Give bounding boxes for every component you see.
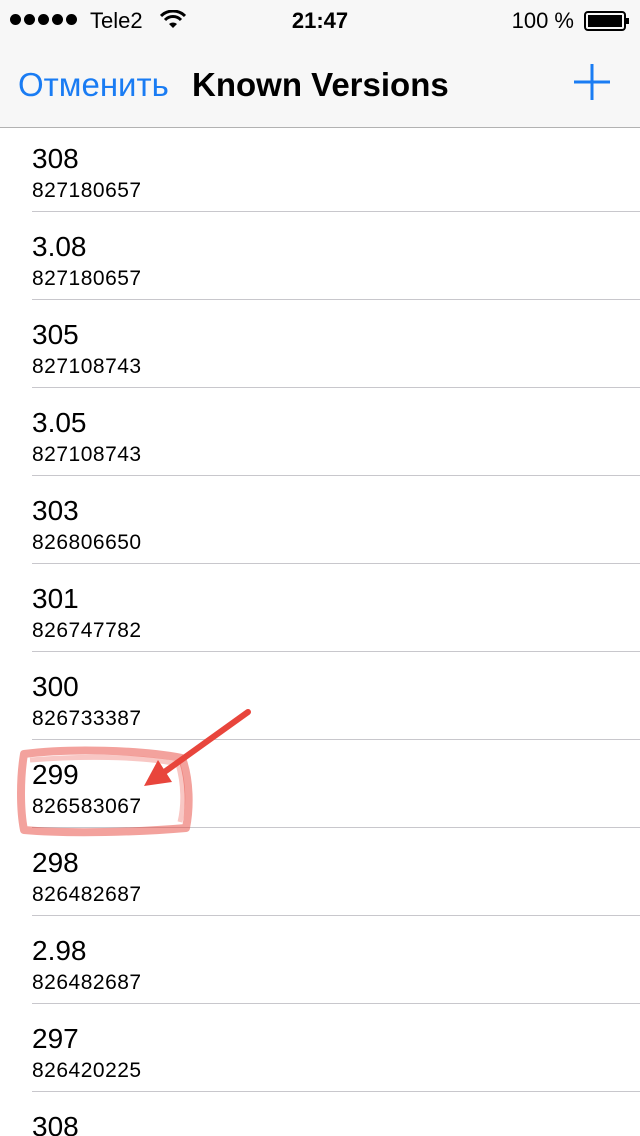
version-number: 300	[32, 671, 79, 702]
list-item[interactable]: 3.05 827108743	[0, 388, 640, 476]
version-number: 3.05	[32, 407, 87, 438]
cancel-button[interactable]: Отменить	[18, 66, 169, 104]
version-number: 2.98	[32, 935, 87, 966]
version-id: 826806650	[32, 531, 142, 554]
version-number: 3.08	[32, 231, 87, 262]
version-id: 827180657	[32, 267, 142, 290]
version-id: 827180657	[32, 179, 142, 202]
plus-icon[interactable]	[572, 62, 612, 102]
list-item[interactable]: 301 826747782	[0, 564, 640, 652]
list-item[interactable]: 298 826482687	[0, 828, 640, 916]
version-number: 303	[32, 495, 79, 526]
version-id: 826482687	[32, 971, 142, 994]
status-bar: Tele2 21:47 100 %	[0, 0, 640, 40]
version-id: 826583067	[32, 795, 142, 818]
version-id: 827108743	[32, 443, 142, 466]
list-item[interactable]: 305 827108743	[0, 300, 640, 388]
list-item[interactable]: 3.08 827180657	[0, 212, 640, 300]
version-id: 826482687	[32, 883, 142, 906]
version-number: 297	[32, 1023, 79, 1054]
navigation-bar: Отменить Known Versions	[0, 40, 640, 128]
list-item-highlighted[interactable]: 299 826583067	[0, 740, 640, 828]
version-number: 308	[32, 143, 79, 174]
signal-strength-icon	[10, 14, 77, 25]
list-item[interactable]: 308	[0, 1092, 640, 1136]
version-number: 305	[32, 319, 79, 350]
version-number: 308	[32, 1111, 79, 1136]
battery-percentage: 100 %	[511, 8, 574, 33]
version-id: 826747782	[32, 619, 142, 642]
list-item[interactable]: 308 827180657	[0, 128, 640, 212]
version-number: 299	[32, 759, 79, 790]
versions-list: 308 827180657 3.08 827180657 305 8271087…	[0, 128, 640, 1136]
list-item[interactable]: 297 826420225	[0, 1004, 640, 1092]
list-item[interactable]: 300 826733387	[0, 652, 640, 740]
battery-icon	[584, 11, 629, 31]
version-id: 827108743	[32, 355, 142, 378]
version-number: 298	[32, 847, 79, 878]
carrier-label: Tele2	[90, 8, 143, 33]
list-item[interactable]: 303 826806650	[0, 476, 640, 564]
page-title: Known Versions	[192, 66, 449, 103]
version-id: 826733387	[32, 707, 142, 730]
version-id: 826420225	[32, 1059, 142, 1082]
list-item[interactable]: 2.98 826482687	[0, 916, 640, 1004]
version-number: 301	[32, 583, 79, 614]
wifi-icon	[160, 10, 186, 28]
